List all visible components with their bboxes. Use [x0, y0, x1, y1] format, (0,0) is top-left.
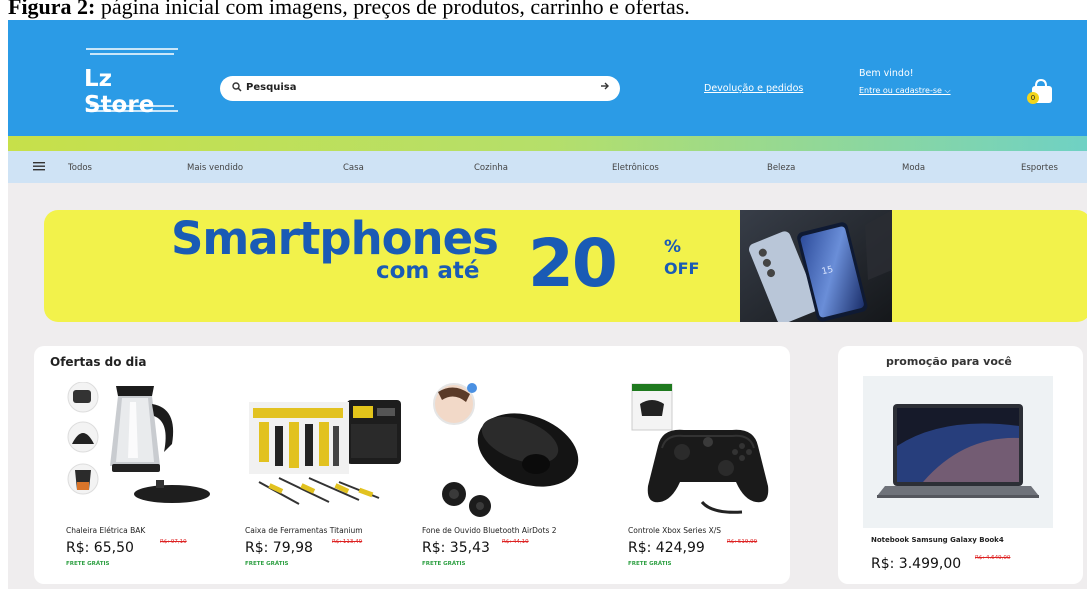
- figure-caption: Figura 2: página inicial com imagens, pr…: [8, 0, 690, 20]
- store-screenshot: Lz Store Pesquisa Devolução e pedidos Be…: [8, 20, 1087, 589]
- free-shipping-label: FRETE GRÁTIS: [245, 561, 289, 567]
- nav-item-todos[interactable]: Todos: [68, 163, 92, 173]
- logo-line-bottom: [90, 105, 174, 107]
- nav-item-eletronicos[interactable]: Eletrônicos: [612, 163, 659, 173]
- free-shipping-label: FRETE GRÁTIS: [628, 561, 672, 567]
- product-price: R$: 35,43: [422, 540, 490, 556]
- nav-item-esportes[interactable]: Esportes: [1021, 163, 1058, 173]
- xbox-controller-image: [622, 382, 802, 522]
- promo-title: promoção para você: [886, 355, 1012, 368]
- logo[interactable]: Lz Store: [78, 46, 188, 118]
- logo-line-top: [86, 48, 178, 50]
- promo-product-name: Notebook Samsung Galaxy Book4: [871, 536, 1004, 544]
- product-price: R$: 65,50: [66, 540, 134, 556]
- banner-percent: %: [664, 237, 682, 257]
- search-placeholder: Pesquisa: [246, 82, 297, 93]
- banner-off: OFF: [664, 259, 700, 278]
- chevron-down-icon: ⌵: [944, 86, 951, 95]
- product-card-toolbox[interactable]: Caixa de Ferramentas Titanium R$: 79,98 …: [239, 382, 419, 582]
- banner-subtitle: com até: [376, 258, 480, 284]
- product-name: Caixa de Ferramentas Titanium: [245, 526, 363, 535]
- cart-count-badge: 0: [1027, 92, 1039, 104]
- product-old-price: R$: 44,10: [502, 539, 529, 545]
- product-price: R$: 424,99: [628, 540, 705, 556]
- category-nav: Todos Mais vendido Casa Cozinha Eletrôni…: [8, 151, 1087, 183]
- logo-line-bottom-2: [86, 110, 178, 112]
- promo-price: R$: 3.499,00: [871, 556, 962, 572]
- search-input[interactable]: Pesquisa: [220, 76, 620, 101]
- header-gradient-stripe: [8, 136, 1087, 151]
- banner-discount-number: 20: [528, 225, 618, 302]
- smartphone-image: 15: [740, 210, 892, 322]
- nav-item-mais-vendido[interactable]: Mais vendido: [187, 163, 243, 173]
- product-card-xbox-controller[interactable]: Controle Xbox Series X/S R$: 424,99 R$: …: [622, 382, 802, 582]
- logo-line-top-2: [90, 53, 174, 55]
- nav-item-beleza[interactable]: Beleza: [767, 163, 795, 173]
- nav-item-casa[interactable]: Casa: [343, 163, 364, 173]
- earbuds-image: [416, 382, 596, 522]
- offers-title: Ofertas do dia: [50, 355, 147, 369]
- product-name: Chaleira Elétrica BAK: [66, 526, 146, 535]
- caption-text: página inicial com imagens, preços de pr…: [95, 0, 690, 19]
- search-submit-arrow-icon[interactable]: [600, 80, 610, 95]
- product-price: R$: 79,98: [245, 540, 313, 556]
- promo-old-price: R$: 4.649,00: [975, 555, 1011, 561]
- caption-label: Figura 2:: [8, 0, 96, 19]
- promo-banner[interactable]: Smartphones com até 20 % OFF 15: [44, 210, 1087, 322]
- product-name: Controle Xbox Series X/S: [628, 526, 722, 535]
- header-bar: Lz Store Pesquisa Devolução e pedidos Be…: [8, 20, 1087, 136]
- menu-icon[interactable]: [33, 160, 45, 174]
- promo-for-you-panel[interactable]: promoção para você Notebook Samsung Gala…: [838, 346, 1083, 584]
- product-old-price: R$: 97,10: [160, 539, 187, 545]
- free-shipping-label: FRETE GRÁTIS: [66, 561, 110, 567]
- cart-button[interactable]: 0: [1024, 78, 1056, 106]
- nav-item-moda[interactable]: Moda: [902, 163, 925, 173]
- nav-item-cozinha[interactable]: Cozinha: [474, 163, 508, 173]
- search-icon: [232, 81, 242, 95]
- welcome-text: Bem vindo!: [859, 68, 914, 79]
- daily-offers-panel: Ofertas do dia Chaleira Elétrica BAK R$:…: [34, 346, 790, 584]
- product-old-price: R$: 113,49: [332, 539, 363, 545]
- kettle-image: [60, 381, 240, 522]
- product-name: Fone de Ouvido Bluetooth AirDots 2: [422, 526, 557, 535]
- product-card-earbuds[interactable]: Fone de Ouvido Bluetooth AirDots 2 R$: 3…: [416, 382, 596, 582]
- product-old-price: R$: 519,99: [727, 539, 758, 545]
- product-card-kettle[interactable]: Chaleira Elétrica BAK R$: 65,50 R$: 97,1…: [60, 381, 240, 582]
- notebook-image: [863, 376, 1053, 528]
- returns-orders-link[interactable]: Devolução e pedidos: [704, 83, 803, 94]
- signin-link[interactable]: Entre ou cadastre-se ⌵: [859, 86, 951, 96]
- signin-link-text: Entre ou cadastre-se: [859, 86, 942, 95]
- toolbox-image: [239, 382, 419, 522]
- free-shipping-label: FRETE GRÁTIS: [422, 561, 466, 567]
